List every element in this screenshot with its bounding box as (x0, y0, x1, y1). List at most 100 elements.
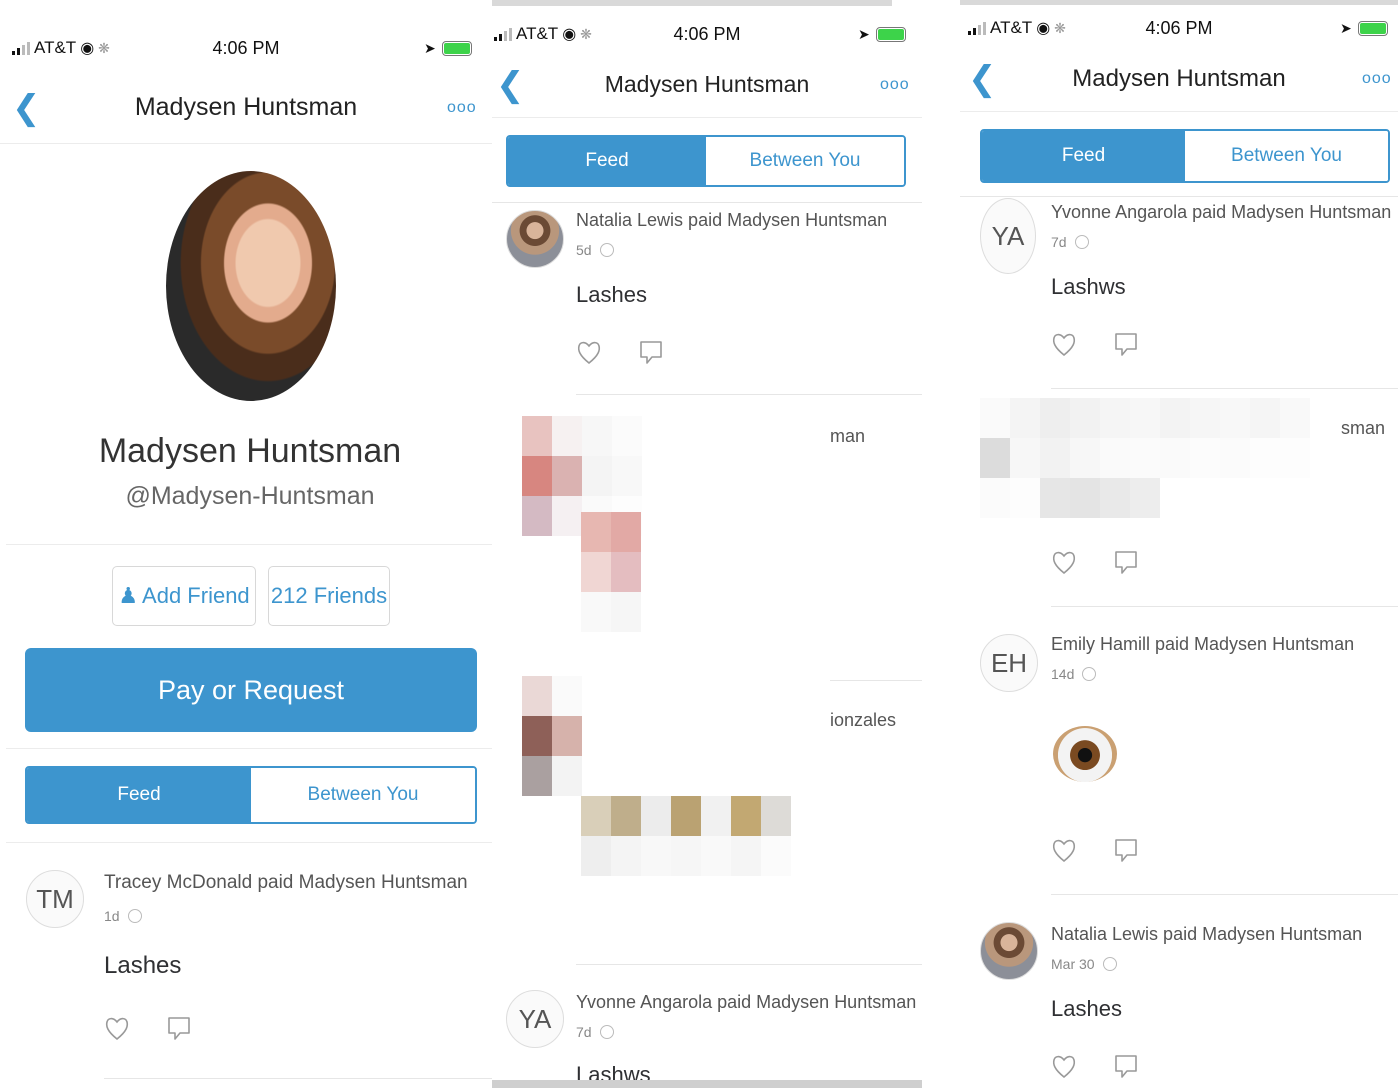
comment-icon[interactable] (1113, 836, 1139, 866)
story-note: Lashes (576, 282, 647, 307)
story-redacted: sman (960, 388, 1398, 607)
story-headline: Tracey McDonald paid Madysen Huntsman (104, 872, 468, 893)
feed-tabs: Feed Between You (25, 766, 477, 824)
story-natalia[interactable]: Natalia Lewis paid Madysen Huntsman 5d L… (492, 204, 922, 396)
story-actions (104, 1014, 192, 1044)
nav-bar: ❮ Madysen Huntsman ooo (960, 46, 1398, 112)
top-edge (960, 0, 1398, 5)
comment-icon[interactable] (166, 1014, 192, 1044)
story-tracey[interactable]: TM Tracey McDonald paid Madysen Huntsman… (0, 860, 492, 1088)
divider (6, 544, 492, 545)
divider (6, 748, 492, 749)
redacted-block (581, 796, 791, 876)
story-headline: Yvonne Angarola paid Madysen Huntsman (576, 992, 917, 1012)
more-dots-icon[interactable]: ooo (447, 99, 477, 117)
story-note: Lashws (1051, 274, 1126, 299)
story-time: 14d (1051, 666, 1075, 682)
heart-icon[interactable] (104, 1014, 130, 1044)
globe-icon (1082, 667, 1097, 681)
profile-photo (166, 171, 336, 401)
tab-feed[interactable]: Feed (27, 768, 251, 822)
globe-icon (1102, 957, 1117, 971)
comment-icon[interactable] (638, 338, 664, 368)
story-redacted: man (492, 396, 922, 681)
redacted-block (581, 512, 641, 632)
story-yvonne[interactable]: YA Yvonne Angarola paid Madysen Huntsman… (492, 966, 922, 1088)
status-right: ➤ (1340, 20, 1388, 37)
story-redacted: ionzales (492, 676, 922, 965)
nav-title: Madysen Huntsman (604, 71, 810, 97)
screenshot-panel-feed-2: AT&T ◉ ❋ 4:06 PM ➤ ❮ Madysen Huntsman oo… (960, 0, 1398, 1088)
avatar[interactable] (506, 210, 564, 268)
heart-icon[interactable] (1051, 548, 1077, 578)
nav-title: Madysen Huntsman (1072, 64, 1286, 92)
story-headline: Yvonne Angarola paid Madysen Huntsman (1051, 202, 1392, 222)
divider (6, 842, 492, 843)
story-meta: 7d (576, 1024, 614, 1040)
story-emily[interactable]: EH Emily Hamill paid Madysen Huntsman 14… (960, 606, 1398, 895)
screenshot-panel-profile: AT&T ◉ ❋ 4:06 PM ➤ ❮ Madysen Huntsman oo… (0, 0, 492, 1088)
location-icon: ➤ (424, 39, 436, 56)
more-dots-icon[interactable]: ooo (1362, 70, 1392, 88)
redacted-headline-tail: man (830, 426, 866, 446)
battery-icon (1357, 20, 1388, 36)
avatar[interactable] (980, 922, 1038, 980)
comment-icon[interactable] (1113, 1052, 1139, 1082)
comment-icon[interactable] (1113, 330, 1139, 360)
story-time: Mar 30 (1051, 956, 1095, 972)
status-right: ➤ (858, 26, 906, 43)
story-meta: Mar 30 (1051, 956, 1117, 972)
story-actions (1051, 836, 1139, 866)
tab-between-you[interactable]: Between You (1185, 131, 1388, 181)
friends-button[interactable]: 212 Friends (268, 566, 390, 626)
tab-feed[interactable]: Feed (982, 131, 1185, 181)
avatar[interactable]: TM (26, 870, 84, 928)
back-chevron-icon[interactable]: ❮ (12, 88, 41, 128)
battery-icon (441, 40, 472, 56)
back-chevron-icon[interactable]: ❮ (496, 65, 525, 105)
story-time: 7d (576, 1024, 592, 1040)
heart-icon[interactable] (1051, 1052, 1077, 1082)
story-headline: Natalia Lewis paid Madysen Huntsman (576, 210, 888, 230)
avatar[interactable]: YA (506, 990, 564, 1048)
panel-gap (922, 0, 960, 1088)
status-right: ➤ (424, 40, 472, 57)
status-bar: AT&T ◉ ❋ 4:06 PM ➤ (960, 16, 1398, 40)
story-note: Lashes (104, 952, 182, 979)
story-actions (1051, 548, 1139, 578)
story-meta: 1d (104, 908, 142, 924)
comment-icon[interactable] (1113, 548, 1139, 578)
battery-icon (875, 26, 906, 42)
story-time: 7d (1051, 234, 1067, 250)
avatar[interactable]: EH (980, 634, 1038, 692)
story-yvonne[interactable]: YA Yvonne Angarola paid Madysen Huntsman… (960, 196, 1398, 389)
avatar[interactable]: YA (980, 198, 1036, 274)
divider (576, 394, 922, 395)
story-meta: 5d (576, 242, 614, 258)
location-icon: ➤ (858, 25, 870, 42)
heart-icon[interactable] (576, 338, 602, 368)
more-dots-icon[interactable]: ooo (880, 76, 910, 94)
redacted-block (980, 398, 1310, 518)
divider (492, 202, 922, 203)
story-time: 1d (104, 908, 120, 924)
story-meta: 7d (1051, 234, 1089, 250)
eye-emoji (1053, 726, 1117, 782)
story-time: 5d (576, 242, 592, 258)
add-friend-button[interactable]: ♟ Add Friend (112, 566, 256, 626)
pay-or-request-button[interactable]: Pay or Request (25, 648, 477, 732)
bottom-edge (492, 1080, 922, 1088)
pay-or-request-label: Pay or Request (157, 674, 345, 705)
story-natalia[interactable]: Natalia Lewis paid Madysen Huntsman Mar … (960, 894, 1398, 1088)
heart-icon[interactable] (1051, 330, 1077, 360)
tab-between-you[interactable]: Between You (706, 137, 904, 185)
status-time: 4:06 PM (212, 37, 280, 58)
back-chevron-icon[interactable]: ❮ (968, 59, 997, 99)
tab-feed[interactable]: Feed (508, 137, 706, 185)
story-headline: Emily Hamill paid Madysen Huntsman (1051, 634, 1355, 654)
tab-between-you[interactable]: Between You (251, 768, 475, 822)
globe-icon (599, 243, 614, 257)
heart-icon[interactable] (1051, 836, 1077, 866)
story-actions (1051, 1052, 1139, 1082)
profile-username: @Madysen-Huntsman (125, 482, 375, 510)
